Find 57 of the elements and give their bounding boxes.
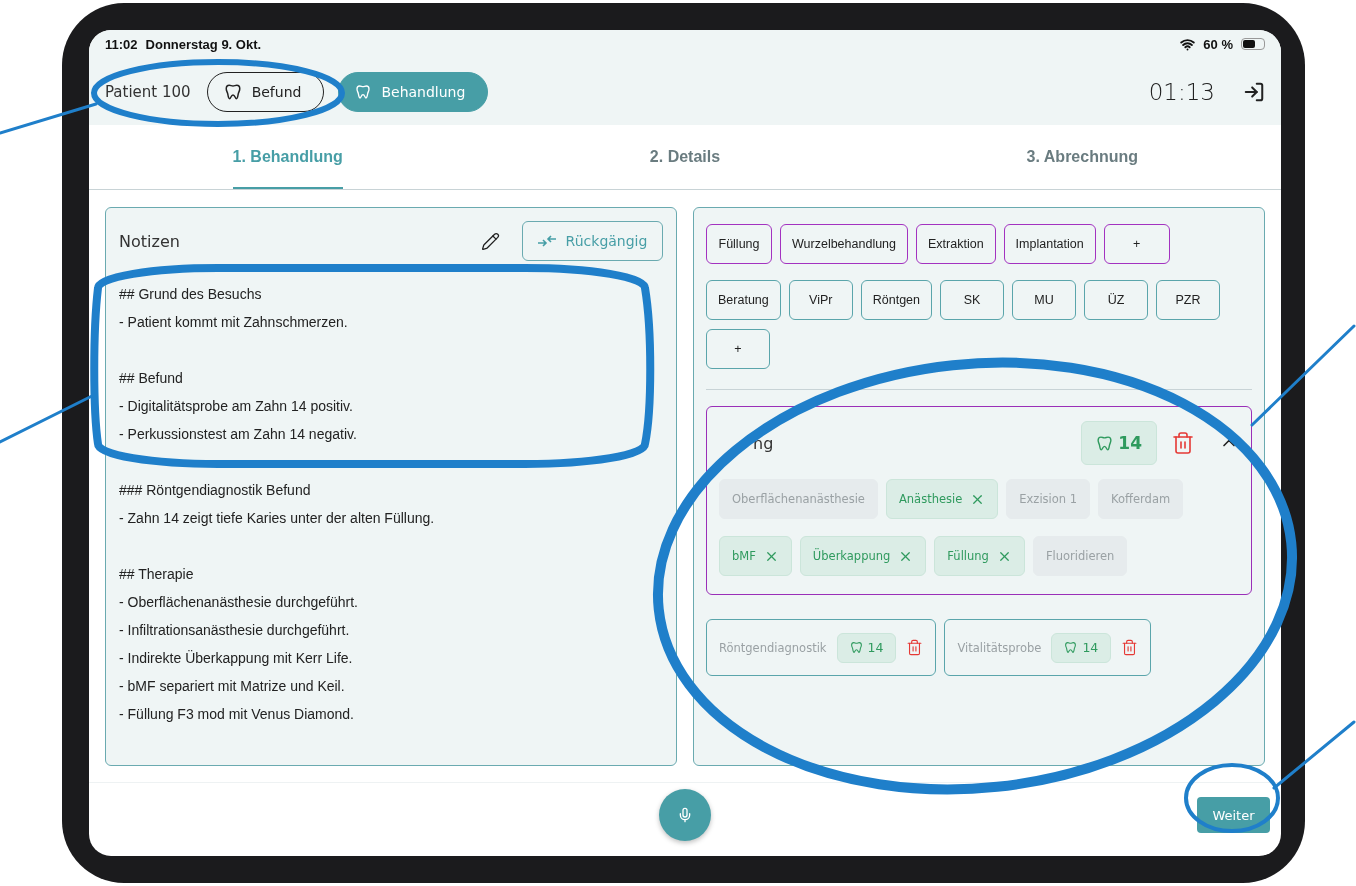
service-chip[interactable]: PZR	[1156, 280, 1220, 320]
note-line: - Perkussionstest am Zahn 14 negativ.	[119, 425, 358, 444]
pencil-icon	[481, 231, 500, 251]
note-heading: ## Grund des Besuchs	[119, 285, 263, 304]
delete-button[interactable]	[1121, 639, 1139, 656]
arrows-icon	[537, 235, 556, 247]
battery-icon	[1241, 38, 1265, 50]
service-chip[interactable]: MU	[1012, 280, 1076, 320]
notes-title: Notizen	[119, 231, 180, 251]
note-line: - Patient kommt mit Zahnschmerzen.	[119, 313, 349, 332]
treatment-chip[interactable]: Implantation	[1003, 224, 1096, 264]
tooth-badge: 14	[836, 632, 897, 663]
note-line: - Füllung F3 mod mit Venus Diamond.	[119, 705, 355, 724]
service-label: Röntgendiagnostik	[719, 640, 827, 655]
tooth-icon	[1096, 434, 1114, 452]
edit-button[interactable]	[481, 231, 500, 251]
note-line: - Digitalitätsprobe am Zahn 14 positiv.	[119, 397, 354, 416]
note-line: - Zahn 14 zeigt tiefe Karies unter der alten Füllung.	[119, 509, 436, 528]
service-chip[interactable]: +	[706, 329, 770, 369]
note-line: - bMF separiert mit Matrize und Keil.	[119, 677, 346, 696]
tooth-badge: 14	[1081, 421, 1157, 465]
note-heading: ## Therapie	[119, 565, 195, 584]
status-date: Donnerstag 9. Okt.	[145, 36, 262, 52]
delete-button[interactable]	[1171, 431, 1195, 455]
tooth-badge: 14	[1051, 632, 1112, 663]
step-tab[interactable]: 3. Abrechnung	[883, 125, 1281, 189]
delete-button[interactable]	[906, 639, 924, 656]
wifi-icon	[1180, 36, 1196, 52]
treatment-chip[interactable]: +	[1103, 224, 1170, 264]
logout-icon	[1243, 80, 1265, 103]
service-chip[interactable]: Röntgen	[860, 280, 932, 320]
service-chip[interactable]: Beratung	[706, 280, 781, 320]
microphone-icon	[677, 806, 693, 823]
status-time: 11:02	[105, 36, 138, 52]
note-line: - Oberflächenanästhesie durchgeführt.	[119, 593, 359, 612]
treatment-chip[interactable]: Extraktion	[916, 224, 996, 264]
tooth-icon	[849, 641, 863, 654]
note-heading: ### Röntgendiagnostik Befund	[119, 481, 312, 500]
battery-percent: 60 %	[1203, 36, 1233, 52]
service-chip[interactable]: SK	[940, 280, 1004, 320]
treatment-chip[interactable]: Wurzelbehandlung	[780, 224, 908, 264]
patient-label: Patient 100	[105, 82, 191, 101]
note-line: - Infiltrationsanästhesie durchgeführt.	[119, 621, 351, 640]
service-label: Vitalitätsprobe	[957, 640, 1042, 655]
note-heading: ## Befund	[119, 369, 184, 388]
microphone-button[interactable]	[659, 788, 711, 841]
tooth-icon	[1064, 641, 1078, 654]
step-tab[interactable]: 2. Details	[486, 125, 884, 189]
tooth-icon	[223, 82, 242, 101]
session-timer: 01:13	[1148, 78, 1215, 105]
service-chip[interactable]: ViPr	[788, 280, 853, 320]
note-line: - Indirekte Überkappung mit Kerr Life.	[119, 649, 354, 668]
treatment-chip[interactable]: Füllung	[706, 224, 772, 264]
logout-button[interactable]	[1243, 80, 1265, 103]
service-chip[interactable]: ÜZ	[1084, 280, 1148, 320]
card-title: ng	[752, 433, 774, 453]
tooth-icon	[355, 83, 372, 100]
